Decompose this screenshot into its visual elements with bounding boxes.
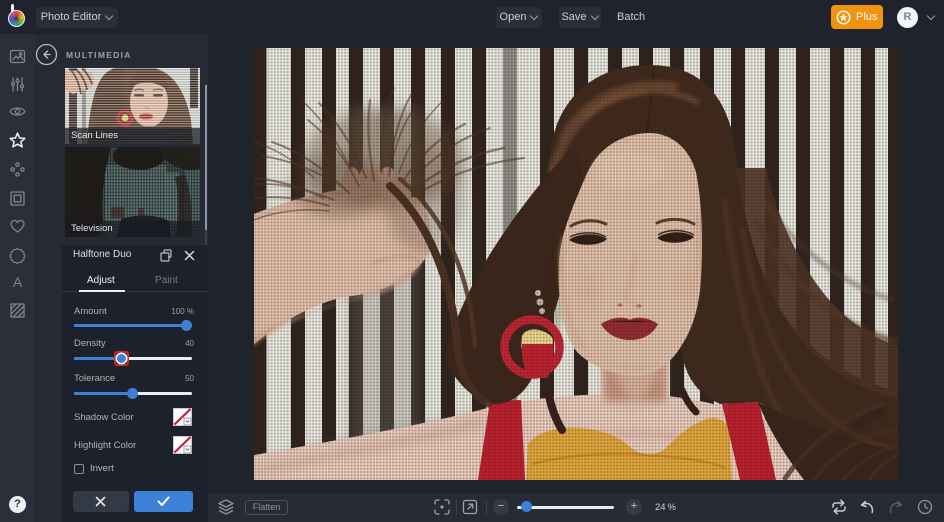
svg-text:A: A [13,274,23,290]
